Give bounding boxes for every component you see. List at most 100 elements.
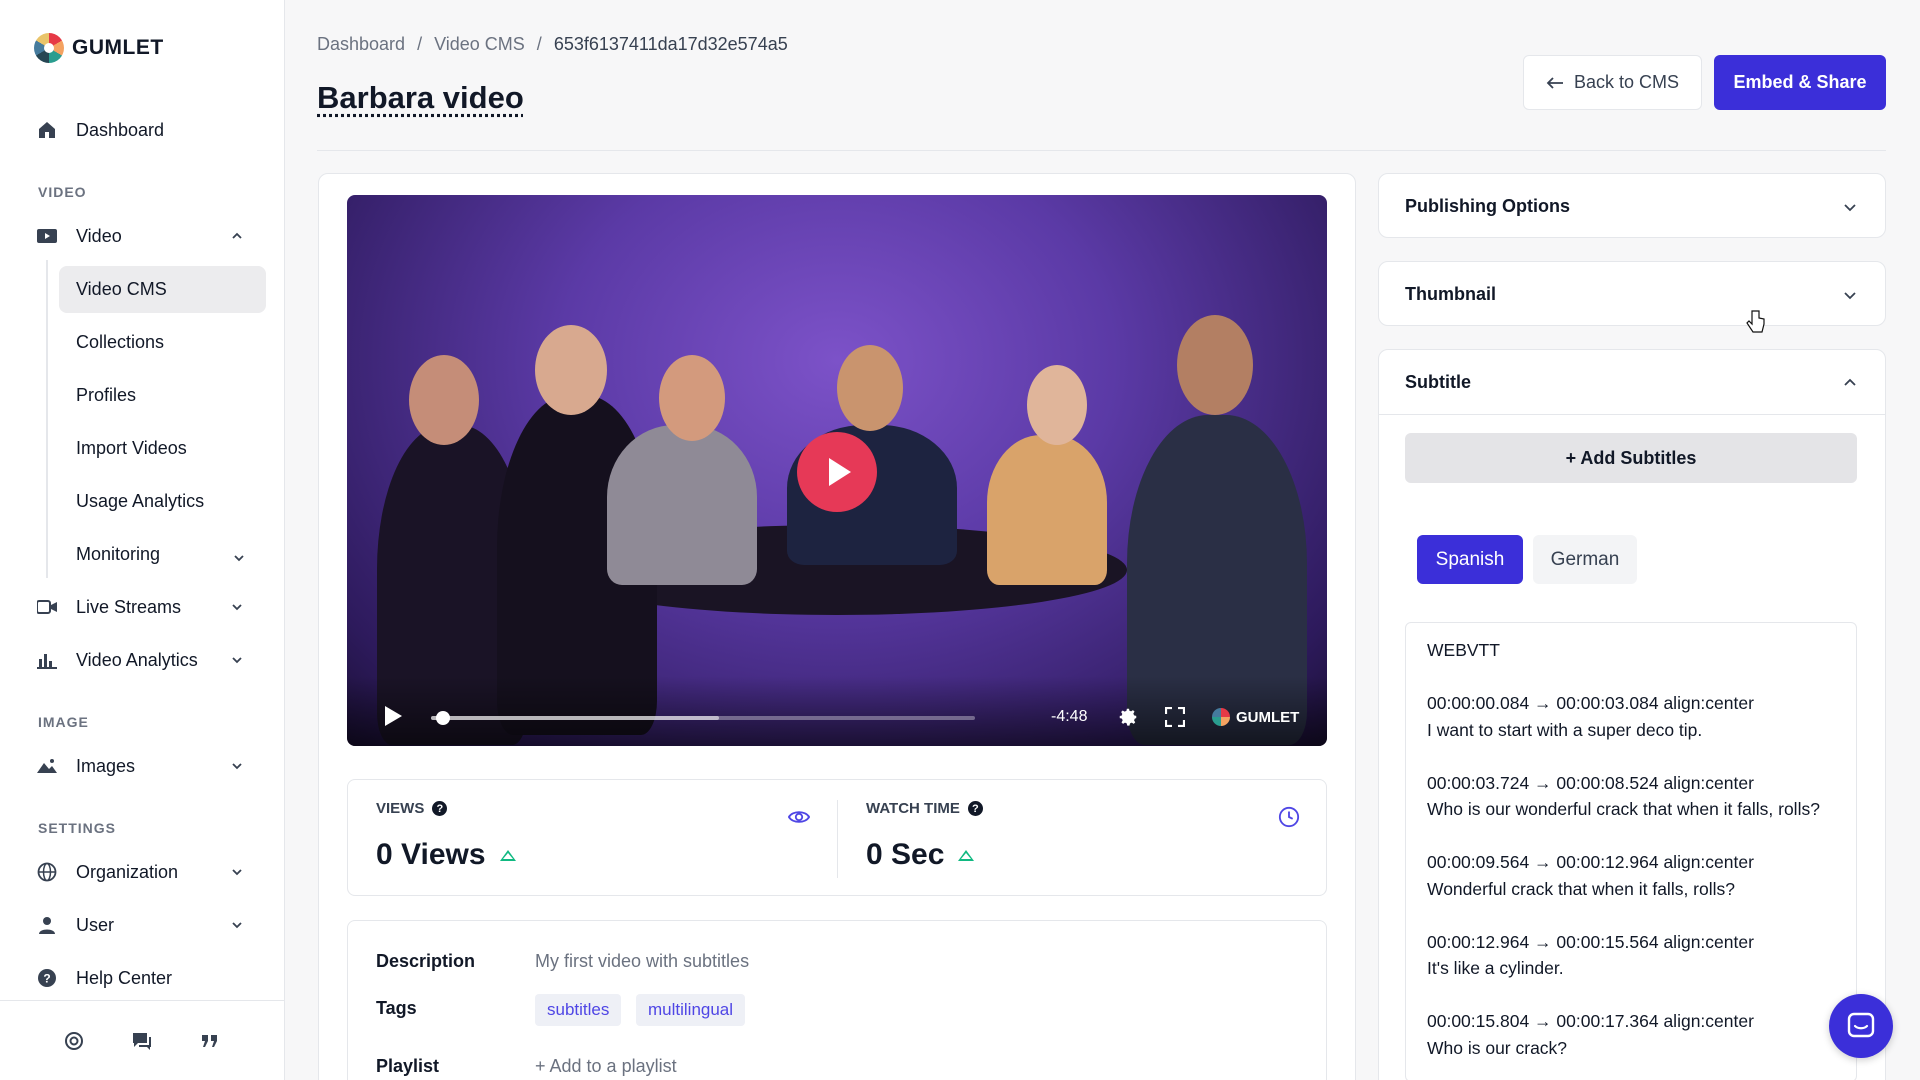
page-title[interactable]: Barbara video [317, 80, 524, 116]
buffered-bar [431, 716, 719, 720]
sidebar-item-dashboard[interactable]: Dashboard [36, 110, 251, 150]
video-scene-person [987, 435, 1107, 585]
section-label-image: IMAGE [38, 714, 89, 730]
chevron-up-icon[interactable] [1841, 374, 1859, 392]
sidebar-item-organization[interactable]: Organization [36, 852, 251, 892]
sidebar-item-collections[interactable]: Collections [76, 332, 164, 353]
subtitle-editor[interactable]: WEBVTT 00:00:00.084 → 00:00:03.084 align… [1405, 622, 1857, 1080]
back-to-cms-label: Back to CMS [1574, 72, 1679, 93]
tag-chip[interactable]: multilingual [636, 994, 745, 1026]
play-overlay-button[interactable] [797, 432, 877, 512]
fullscreen-icon[interactable] [1165, 707, 1185, 727]
brand-logo[interactable]: GUMLET [34, 33, 164, 63]
sidebar-footer [0, 1000, 284, 1080]
breadcrumb-video-cms[interactable]: Video CMS [434, 34, 525, 55]
chevron-down-icon [229, 758, 245, 774]
views-stat: VIEWS ? 0 Views [348, 780, 838, 897]
panel-title[interactable]: Subtitle [1405, 372, 1471, 393]
clock-icon [1278, 806, 1300, 828]
breadcrumb-dashboard[interactable]: Dashboard [317, 34, 405, 55]
views-label-text: VIEWS [376, 800, 424, 817]
submenu-guide [46, 260, 48, 578]
svg-text:?: ? [43, 972, 50, 986]
back-to-cms-button[interactable]: Back to CMS [1523, 55, 1702, 110]
chevron-down-icon [229, 864, 245, 880]
sidebar-item-live-streams[interactable]: Live Streams [36, 587, 251, 627]
views-label: VIEWS ? [376, 800, 447, 817]
watch-time-stat: WATCH TIME ? 0 Sec [838, 780, 1328, 897]
sidebar-item-video-cms[interactable]: Video CMS [76, 279, 167, 300]
cue-text: It's like a cylinder. [1427, 955, 1835, 982]
cue-time: 00:00:15.804 → 00:00:17.364 align:center [1427, 1008, 1835, 1035]
sidebar-item-label: Dashboard [76, 120, 164, 141]
chevron-down-icon [1841, 286, 1859, 304]
video-player[interactable]: -4:48 GUMLET [347, 195, 1327, 746]
tags-label: Tags [376, 998, 417, 1019]
add-subtitles-button[interactable]: + Add Subtitles [1405, 433, 1857, 483]
description-value[interactable]: My first video with subtitles [535, 951, 749, 972]
sidebar-item-import-videos[interactable]: Import Videos [76, 438, 187, 459]
quote-icon[interactable] [199, 1030, 221, 1052]
sidebar-item-images[interactable]: Images [36, 746, 251, 786]
watch-time-value: 0 Sec [866, 838, 974, 872]
sidebar-item-profiles[interactable]: Profiles [76, 385, 136, 406]
chevron-down-icon [1841, 198, 1859, 216]
embed-share-button[interactable]: Embed & Share [1714, 55, 1886, 110]
player-brand: GUMLET [1212, 708, 1299, 726]
cue-time: 00:00:12.964 → 00:00:15.564 align:center [1427, 929, 1835, 956]
gumlet-logo-icon [1212, 708, 1230, 726]
gear-icon[interactable] [1117, 706, 1139, 728]
video-scene-person [535, 325, 607, 415]
scrubber-handle[interactable] [436, 711, 450, 725]
cue-time: 00:00:00.084 → 00:00:03.084 align:center [1427, 690, 1835, 717]
progress-bar[interactable] [431, 716, 975, 720]
play-icon[interactable] [385, 706, 402, 726]
video-scene-person [1177, 315, 1253, 415]
panel-title: Publishing Options [1405, 196, 1570, 217]
publishing-options-panel[interactable]: Publishing Options [1378, 173, 1886, 238]
panel-title: Thumbnail [1405, 284, 1496, 305]
sidebar-item-label: Help Center [76, 968, 172, 989]
tab-german[interactable]: German [1533, 535, 1637, 584]
playlist-label: Playlist [376, 1056, 439, 1077]
chevron-down-icon [229, 652, 245, 668]
chat-icon [1846, 1011, 1876, 1041]
chevron-down-icon [229, 917, 245, 933]
video-icon [36, 225, 58, 247]
views-value-text: 0 Views [376, 838, 486, 872]
details-card: Description My first video with subtitle… [347, 920, 1327, 1080]
video-scene-person [607, 425, 757, 585]
brand-name: GUMLET [72, 36, 164, 60]
sidebar-item-label: Organization [76, 862, 178, 883]
chat-bubbles-icon[interactable] [131, 1030, 153, 1052]
sidebar-item-help-center[interactable]: ? Help Center [36, 958, 251, 998]
support-icon[interactable] [63, 1030, 85, 1052]
tab-spanish[interactable]: Spanish [1417, 535, 1523, 584]
sidebar-item-monitoring[interactable]: Monitoring [76, 544, 251, 565]
cue-text: Who is our wonderful crack that when it … [1427, 796, 1835, 823]
help-icon[interactable]: ? [432, 801, 447, 816]
sidebar-item-video[interactable]: Video [36, 216, 251, 256]
add-to-playlist-link[interactable]: + Add to a playlist [535, 1056, 677, 1077]
sidebar-item-label: Video Analytics [76, 650, 198, 671]
sidebar-item-video-analytics[interactable]: Video Analytics [36, 640, 251, 680]
sidebar-item-label: Images [76, 756, 135, 777]
chat-launcher-button[interactable] [1829, 994, 1893, 1058]
player-controls: -4:48 GUMLET [347, 676, 1327, 746]
sidebar-item-label: Monitoring [76, 544, 160, 564]
tag-chip[interactable]: subtitles [535, 994, 621, 1026]
thumbnail-panel[interactable]: Thumbnail [1378, 261, 1886, 326]
watch-time-label: WATCH TIME ? [866, 800, 983, 817]
sidebar-item-user[interactable]: User [36, 905, 251, 945]
breadcrumb: Dashboard / Video CMS / 653f6137411da17d… [317, 34, 788, 55]
cue-time: 00:00:09.564 → 00:00:12.964 align:center [1427, 849, 1835, 876]
sidebar-item-usage-analytics[interactable]: Usage Analytics [76, 491, 204, 512]
cue-time: 00:00:03.724 → 00:00:08.524 align:center [1427, 770, 1835, 797]
video-scene-person [837, 345, 903, 431]
breadcrumb-separator: / [537, 34, 542, 55]
video-scene-person [409, 355, 479, 445]
pointer-cursor-icon [1746, 310, 1766, 334]
chevron-down-icon [229, 599, 245, 615]
help-icon[interactable]: ? [968, 801, 983, 816]
globe-icon [36, 861, 58, 883]
